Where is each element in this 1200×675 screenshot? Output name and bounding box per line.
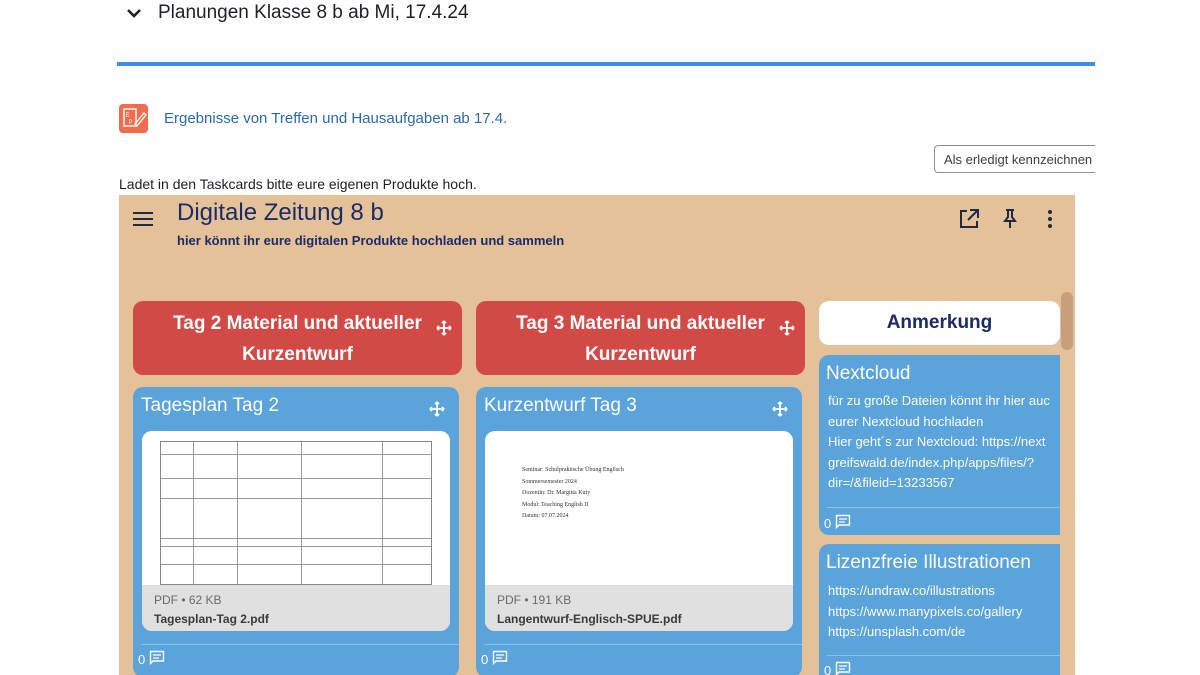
move-icon[interactable] (429, 401, 445, 417)
column-header-tag-2[interactable]: Tag 2 Material und aktueller Kurzentwurf (133, 301, 462, 375)
board-scrollbar[interactable] (1061, 292, 1073, 350)
more-options-icon[interactable] (1038, 207, 1062, 231)
epub-icon: E P (119, 104, 148, 133)
card-kurzentwurf[interactable]: Kurzentwurf Tag 3 Seminar: Schulpraktisc… (476, 387, 802, 675)
card-divider (827, 507, 1060, 508)
column-header-anmerkung[interactable]: Anmerkung (819, 301, 1060, 345)
file-name: Langentwurf-Englisch-SPUE.pdf (497, 612, 682, 626)
column-title: Anmerkung (886, 312, 993, 333)
doc-line: Seminar: Schulpraktische Übung Englisch (522, 467, 624, 473)
pdf-preview-thumbnail: Seminar: Schulpraktische Übung Englisch … (485, 431, 793, 585)
comment-count-value: 0 (824, 515, 832, 531)
card-divider (484, 644, 802, 645)
activity-item[interactable]: E P Ergebnisse von Treffen und Hausaufga… (119, 104, 507, 133)
svg-text:E: E (126, 113, 130, 119)
file-attachment[interactable]: Seminar: Schulpraktische Übung Englisch … (485, 431, 793, 631)
card-title: Tagesplan Tag 2 (141, 395, 280, 416)
card-text[interactable]: für zu große Dateien könnt ihr hier auc … (828, 391, 1050, 494)
pdf-preview-thumbnail (142, 431, 450, 585)
doc-line: Datum: 07.07.2024 (522, 513, 569, 519)
doc-line: Dozentin: Dr. Margitta Kuty (522, 490, 591, 496)
card-illustrationen[interactable]: Lizenzfreie Illustrationen https://undra… (819, 544, 1060, 675)
column-header-tag-3[interactable]: Tag 3 Material und aktueller Kurzentwurf (476, 301, 805, 375)
comment-icon (835, 514, 851, 532)
comment-count[interactable]: 0 (138, 650, 165, 668)
taskcards-board: Digitale Zeitung 8 b hier könnt ihr eure… (119, 195, 1075, 675)
card-title: Kurzentwurf Tag 3 (484, 395, 637, 416)
card-text[interactable]: https://undraw.co/illustrations https://… (828, 581, 1022, 643)
card-title: Nextcloud (826, 363, 911, 384)
mark-done-button[interactable]: Als erledigt kennzeichnen (934, 145, 1095, 173)
card-nextcloud[interactable]: Nextcloud für zu große Dateien könnt ihr… (819, 355, 1060, 535)
file-name: Tagesplan-Tag 2.pdf (154, 612, 269, 626)
move-icon[interactable] (772, 401, 788, 417)
comment-count[interactable]: 0 (481, 650, 508, 668)
section-divider (117, 62, 1095, 66)
move-icon[interactable] (779, 315, 795, 336)
chevron-down-icon[interactable] (124, 3, 144, 23)
comment-icon (149, 650, 165, 668)
svg-text:P: P (129, 120, 133, 126)
board-title: Digitale Zeitung 8 b (177, 199, 384, 226)
move-icon[interactable] (436, 315, 452, 336)
file-attachment[interactable]: PDF • 62 KB Tagesplan-Tag 2.pdf (142, 431, 450, 631)
card-title: Lizenzfreie Illustrationen (826, 552, 1031, 573)
comment-count-value: 0 (824, 662, 832, 675)
file-meta: PDF • 62 KB Tagesplan-Tag 2.pdf (142, 585, 450, 631)
file-size: PDF • 62 KB (154, 593, 222, 607)
card-divider (141, 644, 459, 645)
comment-icon (835, 661, 851, 675)
section-header[interactable]: Planungen Klasse 8 b ab Mi, 17.4.24 (124, 2, 469, 24)
comment-count[interactable]: 0 (824, 661, 851, 675)
card-divider (827, 655, 1060, 656)
file-meta: PDF • 191 KB Langentwurf-Englisch-SPUE.p… (485, 585, 793, 631)
comment-icon (492, 650, 508, 668)
menu-icon[interactable] (133, 212, 153, 226)
intro-text: Ladet in den Taskcards bitte eure eigene… (119, 176, 477, 192)
pin-icon[interactable] (998, 207, 1022, 231)
section-title: Planungen Klasse 8 b ab Mi, 17.4.24 (158, 2, 469, 23)
activity-link[interactable]: Ergebnisse von Treffen und Hausaufgaben … (164, 110, 507, 127)
comment-count[interactable]: 0 (824, 514, 851, 532)
doc-line: Modul: Teaching English II (522, 501, 589, 508)
column-title: Tag 3 Material und aktueller Kurzentwurf (516, 313, 765, 365)
comment-count-value: 0 (481, 651, 489, 667)
open-external-icon[interactable] (957, 207, 981, 231)
file-size: PDF • 191 KB (497, 593, 572, 607)
board-subtitle: hier könnt ihr eure digitalen Produkte h… (177, 233, 565, 248)
doc-line: Sommersemester 2024 (522, 478, 577, 485)
card-tagesplan[interactable]: Tagesplan Tag 2 PDF • 62 KB Tagesplan-Ta… (133, 387, 459, 675)
comment-count-value: 0 (138, 651, 146, 667)
column-title: Tag 2 Material und aktueller Kurzentwurf (173, 313, 422, 365)
